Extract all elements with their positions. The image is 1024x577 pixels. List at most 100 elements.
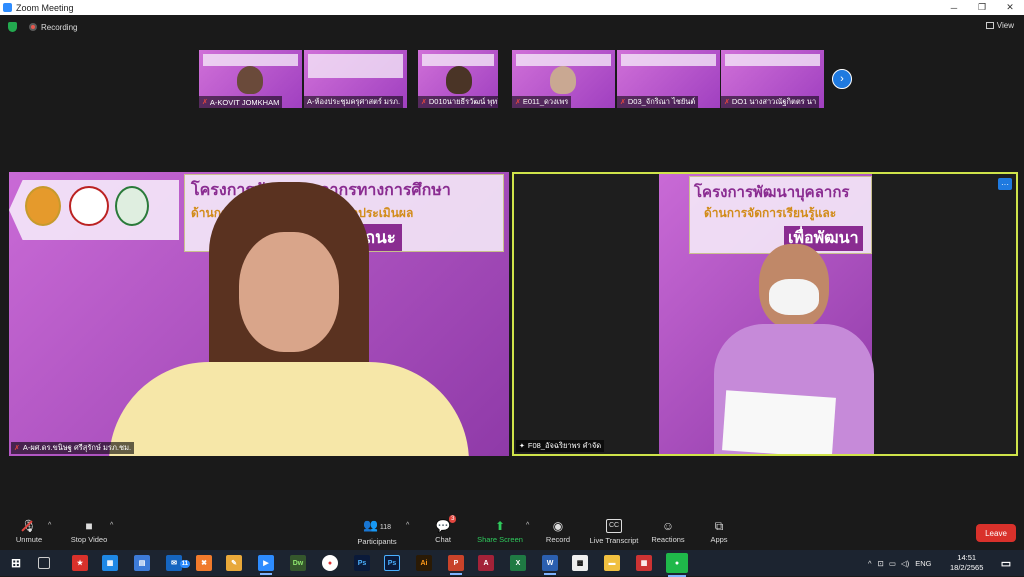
- xampp-app-icon[interactable]: ✖: [196, 555, 212, 571]
- tools-app-icon[interactable]: ✎: [226, 555, 242, 571]
- participant-name: D03_จักริณา ไชยันต์: [627, 97, 696, 106]
- video-options-caret-icon[interactable]: ^: [110, 522, 113, 529]
- participants-icon: 👥 118: [362, 517, 392, 532]
- calculator-app-icon[interactable]: ▤: [134, 555, 150, 571]
- participant-thumbnail[interactable]: ✗ E011_ดวงเพร: [512, 50, 615, 108]
- unmute-button[interactable]: 🎙 Unmute: [12, 514, 46, 550]
- clock-date: 18/2/2565: [950, 563, 984, 572]
- participant-name-label: ✗ E011_ดวงเพร: [512, 96, 572, 108]
- speaker-name-label: ✗ A-ผศ.ดร.ขนิษฐ ศรีสุรักษ์ มรภ.ชม.: [11, 442, 135, 454]
- participant-thumbnail[interactable]: ✗ DO1 นางสาวณัฐกิตตร นา: [721, 50, 824, 108]
- participant-thumbnail[interactable]: ✗ A-KOVIT JOMKHAM: [199, 50, 302, 108]
- notifications-icon[interactable]: ▭: [998, 555, 1014, 571]
- zoom-app-icon: [3, 3, 12, 12]
- share-options-caret-icon[interactable]: ^: [526, 522, 529, 529]
- participant-name: D010นายธีรวัฒน์ พุทธิสิ: [428, 97, 498, 106]
- view-button[interactable]: View: [985, 21, 1014, 30]
- illustrator-app-icon[interactable]: Ai: [416, 555, 432, 571]
- participant-thumbnail[interactable]: A-ห้องประชุมครุศาสตร์ มรภ.: [304, 50, 407, 108]
- access-app-icon[interactable]: A: [478, 555, 494, 571]
- security-shield-icon[interactable]: [8, 22, 17, 32]
- audio-options-caret-icon[interactable]: ^: [48, 522, 51, 529]
- participant-name-label: ✦ F08_อัจฉริยาพร คำจัด: [516, 440, 605, 452]
- chat-label: Chat: [435, 535, 451, 544]
- live-transcript-button[interactable]: CC Live Transcript: [586, 514, 642, 550]
- mail-app-icon[interactable]: ✉ 11: [166, 555, 190, 571]
- participant-name-label: ✗ D03_จักริณา ไชยันต์: [617, 96, 699, 108]
- tray-chevron-icon[interactable]: ^: [868, 559, 872, 568]
- video-tile-right[interactable]: โครงการพัฒนาบุคลากร ด้านการจัดการเรียนรู…: [512, 172, 1018, 456]
- excel-app-icon[interactable]: X: [510, 555, 526, 571]
- chat-bubble-icon: 💬 3: [435, 515, 457, 533]
- stop-video-button[interactable]: ■ Stop Video: [66, 514, 112, 550]
- language-indicator[interactable]: ENG: [915, 559, 931, 568]
- slide-banner: [422, 54, 494, 66]
- mic-muted-icon: ✗: [421, 99, 427, 106]
- mic-muted-icon: ✗: [620, 99, 626, 106]
- windows-start-icon[interactable]: ⊞: [8, 555, 24, 571]
- participant-video: [446, 66, 472, 94]
- live-transcript-label: Live Transcript: [589, 536, 639, 545]
- app-flag-icon[interactable]: ★: [72, 555, 88, 571]
- photoshop-2-app-icon[interactable]: Ps: [384, 555, 400, 571]
- apps-button[interactable]: ⧉ Apps: [704, 514, 734, 550]
- share-screen-icon: ⬆: [494, 519, 506, 533]
- file-explorer-icon[interactable]: ▬: [604, 555, 620, 571]
- participants-button[interactable]: 👥 118 Participants: [352, 514, 402, 550]
- volume-icon[interactable]: ◁): [901, 559, 909, 568]
- participants-count: 118: [379, 523, 392, 531]
- network-icon[interactable]: ⊡: [878, 559, 884, 568]
- speaker-video: [109, 172, 469, 456]
- close-button[interactable]: ✕: [996, 0, 1024, 15]
- calendar-app-icon[interactable]: ▦: [102, 555, 118, 571]
- window-controls: ─ ❐ ✕: [940, 0, 1024, 15]
- restore-button[interactable]: ❐: [968, 0, 996, 15]
- university-seal-icon: [69, 186, 109, 226]
- speaker-name: A-ผศ.ดร.ขนิษฐ ศรีสุรักษ์ มรภ.ชม.: [22, 443, 132, 452]
- record-button[interactable]: ◉ Record: [542, 514, 574, 550]
- grid-view-icon: [985, 22, 994, 29]
- participant-thumbnail[interactable]: ✗D010นายธีรวัฒน์ พุทธิสิ: [418, 50, 498, 108]
- mic-muted-icon: ✗: [14, 445, 20, 452]
- system-tray: ^ ⊡ ▭ ◁) ENG: [868, 550, 931, 576]
- video-camera-icon: ■: [85, 519, 93, 533]
- task-view-icon[interactable]: [38, 557, 50, 569]
- participants-options-caret-icon[interactable]: ^: [406, 522, 409, 529]
- video-tile-left[interactable]: โครงการพัฒนาบุคลากรทางการศึกษา ด้านการจั…: [9, 172, 509, 456]
- participant-name: E011_ดวงเพร: [522, 97, 569, 106]
- closed-caption-icon: CC: [605, 519, 623, 533]
- share-screen-button[interactable]: ⬆ Share Screen: [476, 514, 524, 550]
- chat-button[interactable]: 💬 3 Chat: [428, 514, 458, 550]
- mic-muted-icon: 🎙: [21, 519, 37, 533]
- unmute-label: Unmute: [15, 535, 43, 544]
- tile-more-options-icon[interactable]: ···: [998, 178, 1012, 190]
- participant-thumbnail[interactable]: ✗ D03_จักริณา ไชยันต์: [617, 50, 720, 108]
- battery-icon[interactable]: ▭: [889, 559, 896, 568]
- apps-label: Apps: [710, 535, 728, 544]
- powerpoint-app-icon[interactable]: P: [448, 555, 464, 575]
- line-app-icon[interactable]: ●: [666, 553, 688, 577]
- leave-button[interactable]: Leave: [976, 524, 1016, 542]
- slide-banner: [725, 54, 820, 66]
- participants-label: Participants: [357, 536, 397, 546]
- school-logo-icon: [25, 186, 61, 226]
- participant-name-label: ✗ DO1 นางสาวณัฐกิตตร นา: [721, 96, 820, 108]
- recording-icon: [29, 23, 37, 31]
- participant-name: F08_อัจฉริยาพร คำจัด: [527, 441, 602, 450]
- window-titlebar: Zoom Meeting ─ ❐ ✕: [0, 0, 1024, 15]
- slide-banner: [621, 54, 716, 66]
- photoshop-app-icon[interactable]: Ps: [354, 555, 370, 571]
- word-app-icon[interactable]: W: [542, 555, 558, 575]
- slide-banner: [308, 54, 403, 78]
- dreamweaver-app-icon[interactable]: Dw: [290, 555, 306, 571]
- reactions-button[interactable]: ☺ Reactions: [648, 514, 688, 550]
- minimize-button[interactable]: ─: [940, 0, 968, 15]
- chrome-app-icon[interactable]: ●: [322, 555, 338, 571]
- calendar-widget-icon[interactable]: ▦: [636, 555, 652, 571]
- taskbar-clock[interactable]: 14:51 18/2/2565: [950, 553, 983, 573]
- participant-video: [550, 66, 576, 94]
- next-page-arrow-icon[interactable]: ›: [832, 69, 852, 89]
- zoom-taskbar-icon[interactable]: ▶: [258, 555, 274, 575]
- meeting-status-bar: Recording View: [0, 15, 1024, 39]
- qr-app-icon[interactable]: ▩: [572, 555, 588, 571]
